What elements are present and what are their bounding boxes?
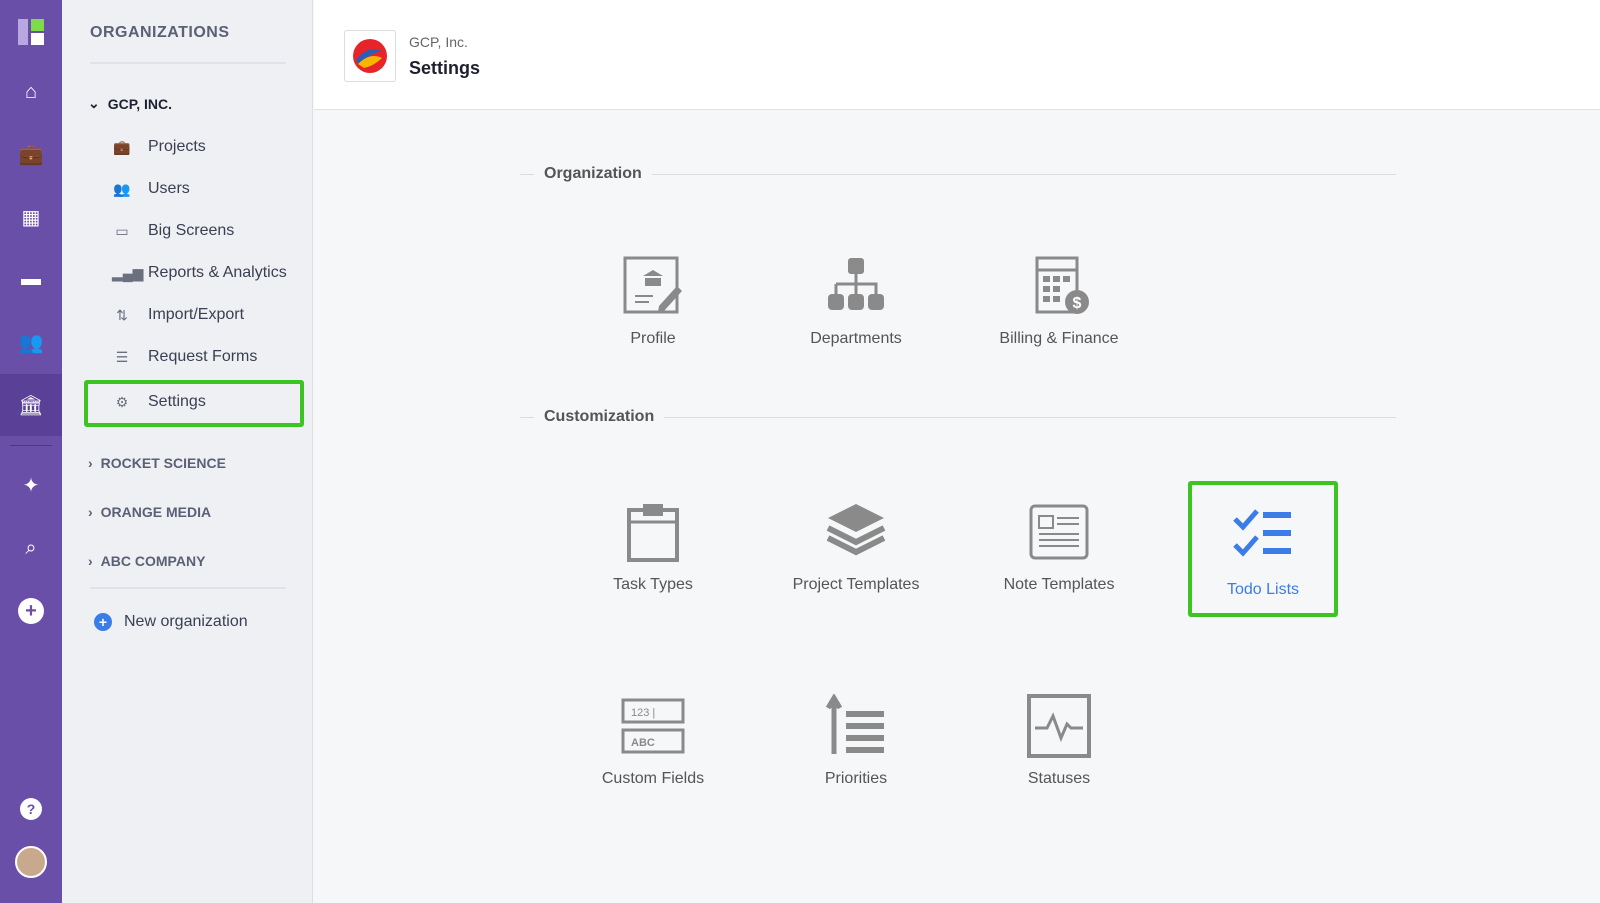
sidebar-item-import-export[interactable]: ⇅ Import/Export bbox=[112, 306, 244, 324]
chevron-right-icon: › bbox=[88, 553, 93, 569]
org-logo bbox=[344, 30, 396, 82]
briefcase-icon: 💼 bbox=[113, 138, 131, 155]
layers-icon bbox=[826, 504, 886, 556]
plus-icon[interactable]: + bbox=[0, 589, 62, 633]
bar-chart-icon: ▂▄▆ bbox=[112, 264, 144, 281]
briefcase-icon[interactable]: 💼 bbox=[0, 132, 62, 176]
tile-custom-fields[interactable]: 123 | ABC Custom Fields bbox=[578, 670, 728, 800]
breadcrumb[interactable]: GCP, Inc. bbox=[409, 34, 468, 50]
chevron-right-icon: › bbox=[88, 504, 93, 520]
search-icon[interactable]: ⌕ bbox=[0, 526, 62, 570]
chat-icon[interactable]: ▬ bbox=[0, 257, 62, 301]
sidebar-item-projects[interactable]: 💼 Projects bbox=[112, 138, 206, 156]
section-customization: Customization bbox=[520, 408, 1396, 426]
organizations-sidebar: ORGANIZATIONS ⌄ GCP, INC. 💼 Projects 👥 User… bbox=[62, 0, 313, 903]
sidebar-item-big-screens[interactable]: ▭ Big Screens bbox=[112, 222, 234, 240]
dashboard-icon[interactable]: ▦ bbox=[0, 195, 62, 239]
fields-icon: 123 | ABC bbox=[621, 698, 685, 754]
sidebar-item-reports[interactable]: ▂▄▆ Reports & Analytics bbox=[112, 264, 287, 282]
sidebar-item-settings[interactable]: ⚙ Settings bbox=[112, 393, 206, 411]
chevron-right-icon: › bbox=[88, 455, 93, 471]
help-icon[interactable]: ? bbox=[0, 787, 62, 831]
arrows-icon: ⇅ bbox=[116, 306, 128, 323]
org-abc-company[interactable]: › ABC COMPANY bbox=[88, 553, 205, 569]
pulse-icon bbox=[1027, 694, 1091, 758]
app-logo-icon[interactable] bbox=[0, 10, 62, 54]
profile-icon bbox=[623, 256, 682, 314]
tile-statuses[interactable]: Statuses bbox=[984, 670, 1134, 800]
tile-task-types[interactable]: Task Types bbox=[578, 476, 728, 606]
page-header: GCP, Inc. Settings bbox=[314, 0, 1600, 110]
tile-note-templates[interactable]: Note Templates bbox=[984, 476, 1134, 606]
plus-circle-icon: + bbox=[94, 613, 112, 631]
screen-icon: ▭ bbox=[115, 222, 129, 239]
newspaper-icon bbox=[1029, 504, 1089, 560]
gear-icon: ⚙ bbox=[115, 393, 129, 410]
sidebar-heading: ORGANIZATIONS bbox=[90, 24, 230, 41]
wand-icon[interactable]: ✦ bbox=[0, 463, 62, 507]
tile-project-templates[interactable]: Project Templates bbox=[781, 476, 931, 606]
icon-rail: ⌂ 💼 ▦ ▬ 👥 🏛 ✦ ⌕ + ? bbox=[0, 0, 62, 903]
checklist-icon bbox=[1233, 509, 1291, 557]
section-organization: Organization bbox=[520, 165, 1396, 183]
form-icon: ☰ bbox=[115, 348, 129, 365]
new-organization-button[interactable]: + New organization bbox=[94, 613, 248, 631]
org-gcp[interactable]: ⌄ GCP, INC. bbox=[88, 95, 172, 112]
calculator-dollar-icon: $ bbox=[1035, 256, 1089, 314]
chevron-down-icon: ⌄ bbox=[88, 95, 100, 111]
avatar[interactable] bbox=[0, 840, 62, 884]
org-rocket-science[interactable]: › ROCKET SCIENCE bbox=[88, 455, 226, 471]
tile-priorities[interactable]: Priorities bbox=[781, 670, 931, 800]
svg-text:$: $ bbox=[1073, 295, 1082, 312]
svg-text:ABC: ABC bbox=[631, 737, 655, 749]
svg-text:123 |: 123 | bbox=[631, 707, 655, 719]
tile-billing-finance[interactable]: $ Billing & Finance bbox=[984, 230, 1134, 360]
clipboard-icon bbox=[627, 504, 679, 562]
tile-departments[interactable]: Departments bbox=[781, 230, 931, 360]
sidebar-item-request-forms[interactable]: ☰ Request Forms bbox=[112, 348, 258, 366]
org-orange-media[interactable]: › ORANGE MEDIA bbox=[88, 504, 211, 520]
page-title: Settings bbox=[409, 58, 481, 78]
users-icon: 👥 bbox=[113, 180, 131, 197]
tile-profile[interactable]: Profile bbox=[578, 230, 728, 360]
bank-icon[interactable]: 🏛 bbox=[0, 374, 62, 436]
home-icon[interactable]: ⌂ bbox=[0, 70, 62, 114]
users-icon[interactable]: 👥 bbox=[0, 320, 62, 364]
org-chart-icon bbox=[828, 258, 884, 310]
sidebar-item-users[interactable]: 👥 Users bbox=[112, 180, 190, 198]
tile-todo-lists[interactable]: Todo Lists bbox=[1188, 481, 1338, 617]
priority-icon bbox=[825, 694, 884, 754]
